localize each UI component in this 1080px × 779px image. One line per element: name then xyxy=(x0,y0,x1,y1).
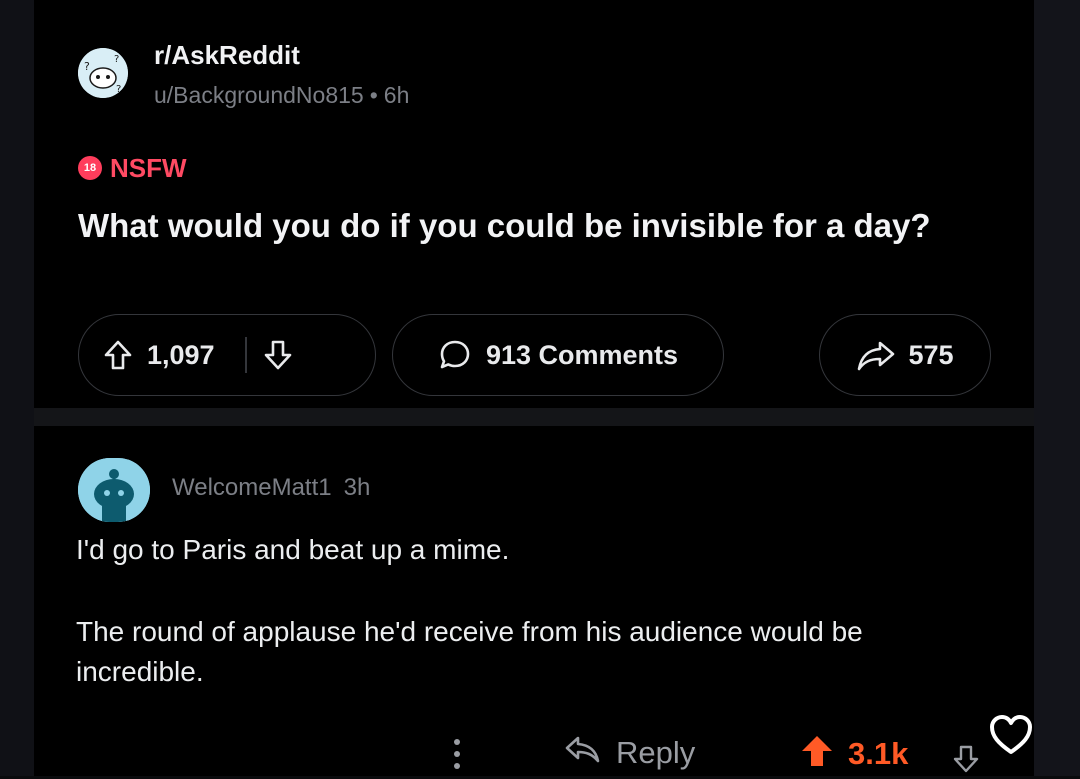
downvote-icon[interactable] xyxy=(263,339,293,371)
heart-icon[interactable] xyxy=(988,712,1034,763)
reply-icon xyxy=(564,734,602,772)
reply-button[interactable]: Reply xyxy=(564,734,695,772)
comment-score: 3.1k xyxy=(800,734,908,773)
comments-count: 913 Comments xyxy=(485,339,679,370)
vote-bar: 1,097 xyxy=(78,314,376,396)
comments-button[interactable]: 913 Comments xyxy=(392,314,724,396)
comment-actions: Reply 3.1k xyxy=(34,732,1034,776)
comment-paragraph: The round of applause he'd receive from … xyxy=(76,616,863,687)
right-border xyxy=(1034,0,1080,776)
svg-text:?: ? xyxy=(84,60,90,73)
share-icon xyxy=(856,339,896,371)
comment-body: I'd go to Paris and beat up a mime. The … xyxy=(76,530,976,692)
vote-separator xyxy=(244,337,247,373)
upvote-icon[interactable] xyxy=(800,734,834,773)
reddit-post-view: ? ? ? r/AskReddit u/BackgroundNo815 • 6h 1… xyxy=(34,0,1034,776)
nsfw-18-badge: 18 xyxy=(78,156,102,180)
svg-text:?: ? xyxy=(114,54,119,65)
post-author[interactable]: u/BackgroundNo815 xyxy=(154,82,364,108)
share-button[interactable]: 575 xyxy=(819,314,991,396)
left-border xyxy=(0,0,34,776)
upvote-count: 1,097 xyxy=(147,339,215,370)
meta-separator: • xyxy=(369,82,378,108)
post-header: ? ? ? r/AskReddit u/BackgroundNo815 • 6h xyxy=(78,40,578,110)
comment-icon xyxy=(438,338,472,372)
post-age: 6h xyxy=(383,82,410,108)
share-count: 575 xyxy=(908,339,954,370)
comment-meta: WelcomeMatt1 3h xyxy=(172,474,370,502)
subreddit-avatar-icon[interactable]: ? ? ? xyxy=(78,48,128,98)
upvote-icon[interactable] xyxy=(103,339,133,371)
comment-age: 3h xyxy=(343,474,371,501)
comment-author[interactable]: WelcomeMatt1 xyxy=(172,474,332,501)
post-meta: u/BackgroundNo815 • 6h xyxy=(154,82,409,109)
svg-text:?: ? xyxy=(116,84,121,95)
nsfw-label: NSFW xyxy=(110,152,187,183)
comment-paragraph: I'd go to Paris and beat up a mime. xyxy=(76,534,510,565)
reply-label: Reply xyxy=(616,735,696,770)
comment-score-count: 3.1k xyxy=(848,735,909,771)
section-divider xyxy=(34,408,1034,426)
subreddit-name[interactable]: r/AskReddit xyxy=(154,40,300,71)
post-title[interactable]: What would you do if you could be invisi… xyxy=(78,203,998,249)
downvote-icon[interactable] xyxy=(952,744,980,779)
user-avatar-icon[interactable] xyxy=(78,458,150,522)
more-icon[interactable] xyxy=(450,736,464,777)
nsfw-tag: 18 NSFW xyxy=(78,153,187,183)
